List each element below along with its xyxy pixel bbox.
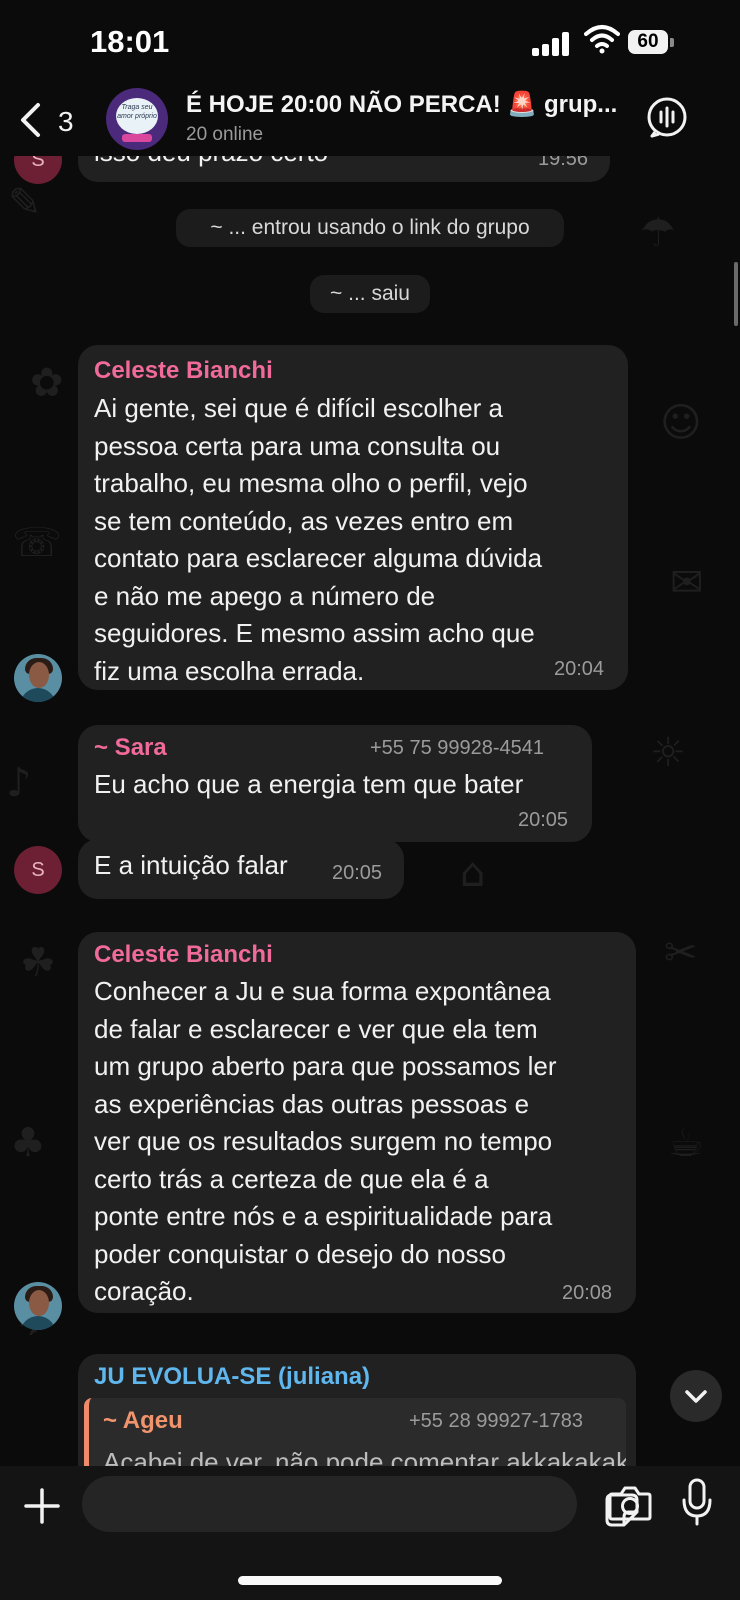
quote-sender: ~ Ageu xyxy=(103,1407,183,1434)
system-notice-left: ~ ... saiu xyxy=(310,275,430,313)
message-bubble[interactable]: isso deu prazo certo 19:56 xyxy=(78,156,610,182)
back-button[interactable]: 3 xyxy=(18,98,88,144)
message-time: 20:05 xyxy=(332,862,383,884)
text-line: se tem conteúdo, as vezes entro em xyxy=(94,505,514,536)
voice-chat-icon[interactable] xyxy=(646,96,688,138)
message-input[interactable] xyxy=(82,1476,639,1532)
quote-phone: +55 28 99927-1783 xyxy=(409,1410,584,1432)
text-line: certo trás a certeza de que ela é a xyxy=(94,1163,489,1194)
group-title[interactable]: É HOJE 20:00 NÃO PERCA! 🚨 grup... xyxy=(186,90,631,119)
attach-plus-icon[interactable] xyxy=(22,1486,62,1526)
reply-quote[interactable]: ~ Ageu +55 28 99927-1783 Acabei de ver, … xyxy=(84,1398,626,1466)
message-bubble[interactable]: Celeste Bianchi Ai gente, sei que é difí… xyxy=(78,345,628,690)
message-time: 20:05 xyxy=(518,809,569,831)
chat-header: 3 Traga seu amor próprio É HOJE 20:00 NÃ… xyxy=(0,86,740,156)
wifi-icon xyxy=(584,24,620,54)
text-line: um grupo aberto para que possamos ler xyxy=(94,1051,557,1081)
message-list[interactable]: S isso deu prazo certo 19:56 ~ ... entro… xyxy=(0,156,740,1466)
text-line: seguidores. E mesmo assim acho que xyxy=(94,618,535,648)
sender-name[interactable]: ~ Sara xyxy=(94,733,167,763)
sender-name[interactable]: JU EVOLUA-SE (juliana) xyxy=(94,1362,370,1392)
message-bubble[interactable]: ~ Sara +55 75 99928-4541 Eu acho que a e… xyxy=(78,725,592,842)
message-bubble[interactable]: Celeste Bianchi Conhecer a Ju e sua form… xyxy=(78,932,636,1313)
sender-phone: +55 75 99928-4541 xyxy=(370,737,545,759)
system-notice-joined: ~ ... entrou usando o link do grupo xyxy=(176,209,564,247)
avatar[interactable]: S xyxy=(14,156,62,184)
text-line: ponte entre nós e a espiritualidade para xyxy=(94,1201,553,1231)
message-input-bar xyxy=(0,1466,740,1600)
message-bubble[interactable]: E a intuição falar 20:05 xyxy=(78,839,404,899)
text-line: ver que os resultados surgem no tempo xyxy=(94,1126,553,1156)
battery-level: 60 xyxy=(628,30,668,54)
cellular-signal-icon xyxy=(532,30,572,56)
avatar[interactable] xyxy=(14,654,62,702)
scroll-indicator[interactable] xyxy=(734,262,738,326)
message-text: Conhecer a Ju e sua forma expontânea de … xyxy=(94,973,629,1311)
text-line: contato para esclarecer alguma dúvida xyxy=(94,543,543,573)
text-line: e não me apego a número de xyxy=(94,580,436,611)
text-line: de falar e esclarecer e ver que ela tem xyxy=(94,1013,538,1044)
status-time: 18:01 xyxy=(90,24,170,59)
text-line: Ai gente, sei que é difícil escolher a xyxy=(94,393,504,423)
avatar[interactable] xyxy=(14,1282,62,1330)
camera-icon[interactable] xyxy=(608,1484,652,1522)
message-time: 20:04 xyxy=(554,658,605,680)
text-line: Conhecer a Ju e sua forma expontânea xyxy=(94,976,551,1006)
microphone-icon[interactable] xyxy=(680,1478,714,1526)
home-indicator[interactable] xyxy=(238,1576,502,1585)
message-time: 19:56 xyxy=(538,156,589,170)
message-text: Ai gente, sei que é difícil escolher a p… xyxy=(94,390,619,690)
message-text: E a intuição falar xyxy=(94,850,288,880)
message-time: 20:08 xyxy=(562,1282,613,1304)
sender-name[interactable]: Celeste Bianchi xyxy=(94,356,273,386)
text-line: fiz uma escolha errada. xyxy=(94,655,365,686)
text-line: coração. xyxy=(94,1276,194,1306)
group-avatar[interactable]: Traga seu amor próprio xyxy=(106,88,168,150)
group-avatar-text: Traga seu amor próprio xyxy=(116,98,158,134)
chevron-left-icon xyxy=(21,103,40,137)
message-text: isso deu prazo certo xyxy=(94,156,328,172)
battery-icon: 60 xyxy=(628,30,674,54)
online-count: 20 online xyxy=(186,124,264,145)
status-bar: 18:01 60 xyxy=(0,0,740,86)
sender-name[interactable]: Celeste Bianchi xyxy=(94,940,273,970)
scroll-to-bottom-button[interactable] xyxy=(670,1370,722,1422)
text-line: pessoa certa para uma consulta ou xyxy=(94,430,501,461)
text-line: as experiências das outras pessoas e xyxy=(94,1088,530,1119)
quote-text: Acabei de ver, não pode comentar akkakak… xyxy=(103,1447,626,1466)
unread-count: 3 xyxy=(58,106,74,137)
message-text: Eu acho que a energia tem que bater xyxy=(94,769,524,799)
text-line: trabalho, eu mesma olho o perfil, vejo xyxy=(94,468,528,498)
message-bubble[interactable]: JU EVOLUA-SE (juliana) ~ Ageu +55 28 999… xyxy=(78,1354,636,1466)
text-line: poder conquistar o desejo do nosso xyxy=(94,1238,506,1269)
avatar[interactable]: S xyxy=(14,846,62,894)
chevron-down-icon xyxy=(685,1390,707,1403)
